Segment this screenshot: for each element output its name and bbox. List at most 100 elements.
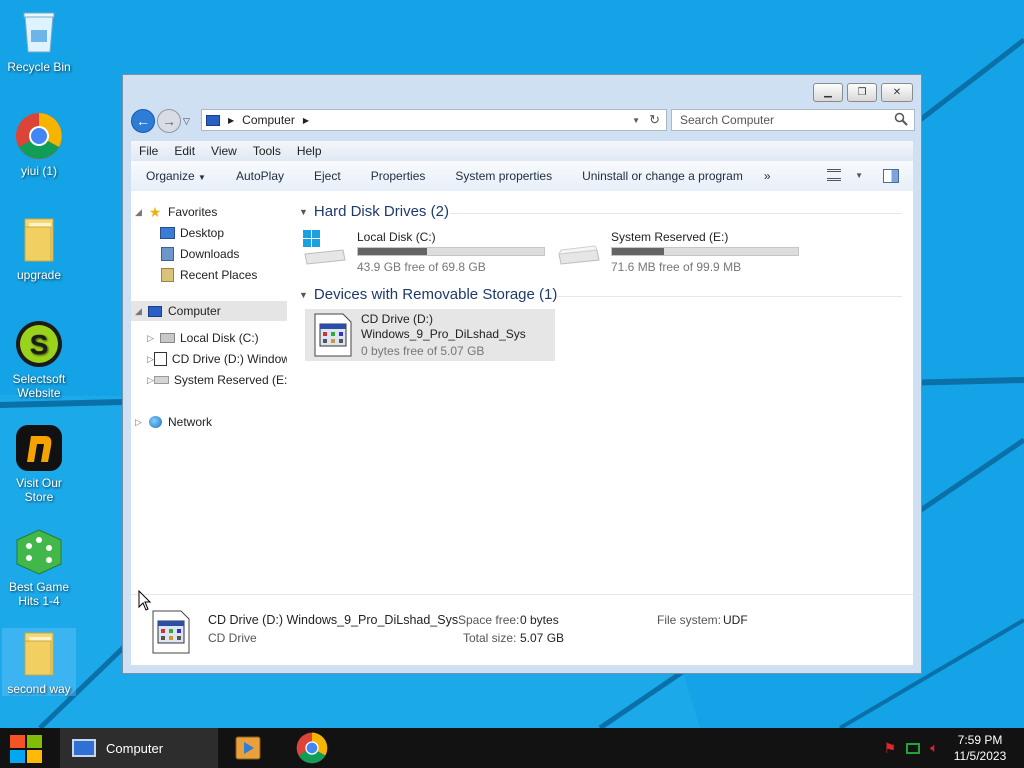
group-header-hard-disk-drives[interactable]: ▼ Hard Disk Drives (2)	[299, 203, 449, 220]
properties-button[interactable]: Properties	[356, 169, 441, 183]
navigation-pane: ◢ ★ Favorites Desktop Downloads Recent P…	[131, 191, 289, 601]
drive-system-reserved-e[interactable]: System Reserved (E:) 71.6 MB free of 99.…	[555, 226, 805, 276]
drive-cd-d[interactable]: CD Drive (D:) Windows_9_Pro_DiLshad_Sys …	[305, 309, 555, 361]
drive-volume-label: Windows_9_Pro_DiLshad_Sys	[361, 327, 526, 341]
desktop-icon	[159, 226, 175, 240]
tree-item-cd-drive[interactable]: ▷ CD Drive (D:) Windows_9_Pro_DiLshad_Sy…	[147, 352, 287, 366]
breadcrumb-computer[interactable]: Computer	[242, 113, 295, 127]
tree-item-recent-places[interactable]: Recent Places	[159, 268, 257, 282]
expand-icon[interactable]: ▷	[147, 333, 159, 344]
desktop-icon-best-game-hits[interactable]: Best Game Hits 1-4	[2, 526, 76, 608]
desktop-icon-recycle-bin[interactable]: Recycle Bin	[2, 6, 76, 74]
tree-label: Favorites	[168, 205, 218, 219]
tree-item-desktop[interactable]: Desktop	[159, 226, 224, 240]
collapse-icon[interactable]: ◢	[135, 207, 147, 218]
desktop-icon-store[interactable]: Visit Our Store	[2, 422, 76, 504]
refresh-icon[interactable]: ↻	[649, 112, 660, 128]
collapse-icon[interactable]: ▼	[299, 207, 308, 217]
details-title: CD Drive (D:) Windows_9_Pro_DiLshad_Sys	[208, 613, 459, 627]
dice-icon	[15, 526, 63, 578]
taskbar-item-chrome[interactable]	[296, 732, 328, 764]
preview-pane-button[interactable]	[883, 169, 899, 186]
tree-item-network[interactable]: ▷ Network	[135, 415, 212, 429]
tree-item-system-reserved[interactable]: ▷ System Reserved (E:)	[147, 373, 287, 387]
group-header-removable-storage[interactable]: ▼ Devices with Removable Storage (1)	[299, 286, 557, 303]
minimize-button[interactable]: ▁	[813, 83, 843, 102]
drive-usage-fill	[612, 248, 665, 255]
tree-item-favorites[interactable]: ◢ ★ Favorites	[135, 205, 217, 219]
desktop-icon-label: Recycle Bin	[7, 60, 71, 74]
minimize-icon: ▁	[824, 87, 832, 98]
uninstall-program-button[interactable]: Uninstall or change a program	[567, 169, 758, 183]
collapse-icon[interactable]: ◢	[135, 306, 147, 317]
menu-help[interactable]: Help	[289, 144, 330, 158]
group-divider	[557, 296, 902, 297]
network-status-icon[interactable]	[906, 742, 921, 754]
volume-muted-icon[interactable]: 🔈︎	[930, 740, 938, 756]
clock[interactable]: 7:59 PM 11/5/2023	[946, 732, 1014, 764]
downloads-icon	[159, 247, 175, 261]
recent-pages-button[interactable]: ▽	[183, 116, 195, 127]
expand-icon[interactable]: ▷	[147, 354, 154, 365]
address-bar[interactable]: ▶ Computer ▶ ▼ ↻	[201, 109, 667, 131]
menu-view[interactable]: View	[203, 144, 245, 158]
restore-button[interactable]: ❐	[847, 83, 877, 102]
menu-edit[interactable]: Edit	[166, 144, 203, 158]
start-button[interactable]	[8, 733, 44, 765]
star-icon: ★	[148, 205, 162, 219]
computer-icon	[72, 739, 96, 757]
collapse-icon[interactable]: ▼	[299, 290, 308, 300]
address-dropdown-icon[interactable]: ▼	[632, 116, 640, 125]
local-disk-icon	[159, 331, 175, 345]
action-center-flag-icon[interactable]: ⚑	[884, 740, 897, 757]
chevron-down-icon: ▽	[183, 115, 190, 126]
search-input[interactable]: Search Computer	[671, 109, 915, 131]
drive-name: System Reserved (E:)	[611, 230, 729, 244]
group-title: Devices with Removable Storage (1)	[313, 286, 558, 303]
change-view-button[interactable]: ▼	[827, 169, 863, 181]
recent-places-icon	[159, 268, 175, 282]
system-properties-button[interactable]: System properties	[440, 169, 567, 183]
tree-item-local-disk[interactable]: ▷ Local Disk (C:)	[147, 331, 287, 345]
taskbar-item-media-player[interactable]	[234, 735, 262, 761]
tree-item-downloads[interactable]: Downloads	[159, 247, 239, 261]
taskbar-item-computer[interactable]: Computer	[60, 728, 218, 768]
more-commands-button[interactable]: »	[758, 169, 777, 183]
show-desktop-button[interactable]	[1014, 728, 1024, 768]
desktop-icon-selectsoft[interactable]: S Selectsoft Website	[2, 318, 76, 400]
eject-button[interactable]: Eject	[299, 169, 356, 183]
search-icon	[894, 112, 908, 129]
store-icon	[15, 422, 63, 474]
desktop-icon-label: Visit Our Store	[16, 476, 62, 504]
menu-tools[interactable]: Tools	[245, 144, 289, 158]
organize-button[interactable]: Organize ▼	[131, 169, 221, 183]
chrome-icon	[296, 732, 328, 764]
mouse-cursor-icon	[138, 590, 152, 611]
expand-icon[interactable]: ▷	[135, 417, 147, 428]
menu-file[interactable]: File	[131, 144, 166, 158]
main-pane: ▼ Hard Disk Drives (2) Local Disk (C:) 4…	[295, 191, 913, 601]
windows-logo-icon	[10, 735, 42, 763]
preview-pane-icon	[883, 169, 899, 183]
search-placeholder: Search Computer	[680, 113, 775, 127]
desktop-icon-second-way[interactable]: second way	[2, 628, 76, 696]
window-controls: ▁ ❐ ✕	[813, 83, 913, 102]
desktop-icon-yiui[interactable]: yiui (1)	[2, 110, 76, 178]
desktop-icon-upgrade[interactable]: upgrade	[2, 214, 76, 282]
close-button[interactable]: ✕	[881, 83, 913, 102]
drive-icon	[555, 228, 601, 268]
expand-icon[interactable]: ▷	[147, 375, 154, 386]
command-bar: Organize ▼ AutoPlay Eject Properties Sys…	[131, 161, 913, 192]
drive-local-disk-c[interactable]: Local Disk (C:) 43.9 GB free of 69.8 GB	[301, 226, 551, 276]
autoplay-button[interactable]: AutoPlay	[221, 169, 299, 183]
cd-drive-icon	[153, 352, 167, 366]
forward-button[interactable]: →	[157, 109, 181, 133]
explorer-content: ◢ ★ Favorites Desktop Downloads Recent P…	[131, 191, 913, 665]
drive-usage-fill	[358, 248, 427, 255]
explorer-window: ▁ ❐ ✕ ← → ▽ ▶ Computer ▶ ▼ ↻ Search Comp…	[122, 74, 922, 674]
breadcrumb-chevron-icon[interactable]: ▶	[303, 116, 309, 125]
group-title: Hard Disk Drives (2)	[313, 203, 449, 220]
back-button[interactable]: ←	[131, 109, 155, 133]
tree-item-computer[interactable]: ◢ Computer	[131, 301, 287, 321]
windows-drive-icon	[301, 228, 347, 268]
